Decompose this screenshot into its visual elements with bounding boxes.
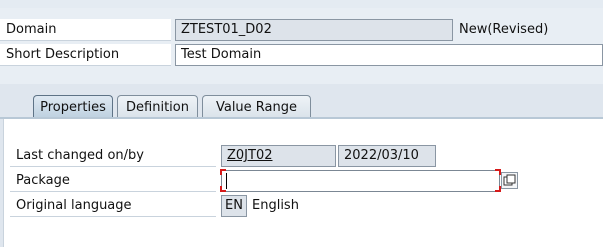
domain-field[interactable]: ZTEST01_D02 [175, 19, 453, 41]
short-description-label: Short Description [0, 44, 171, 66]
text-cursor [226, 173, 227, 189]
required-marker-bl [220, 186, 226, 192]
last-changed-user-field[interactable]: Z0JT02 [221, 145, 336, 167]
required-marker-tl [220, 169, 226, 175]
domain-label: Domain [0, 19, 171, 41]
original-language-label: Original language [10, 195, 216, 217]
original-language-code-field[interactable]: EN [221, 195, 247, 217]
last-changed-label: Last changed on/by [10, 145, 216, 167]
package-label: Package [10, 170, 216, 192]
status-text: New(Revised) [459, 22, 549, 37]
header-band [0, 0, 603, 8]
last-changed-date-field[interactable]: 2022/03/10 [338, 145, 436, 167]
original-language-name: English [252, 198, 299, 213]
value-help-icon[interactable] [501, 172, 518, 189]
package-field[interactable] [221, 170, 500, 192]
short-description-field[interactable]: Test Domain [175, 44, 603, 66]
